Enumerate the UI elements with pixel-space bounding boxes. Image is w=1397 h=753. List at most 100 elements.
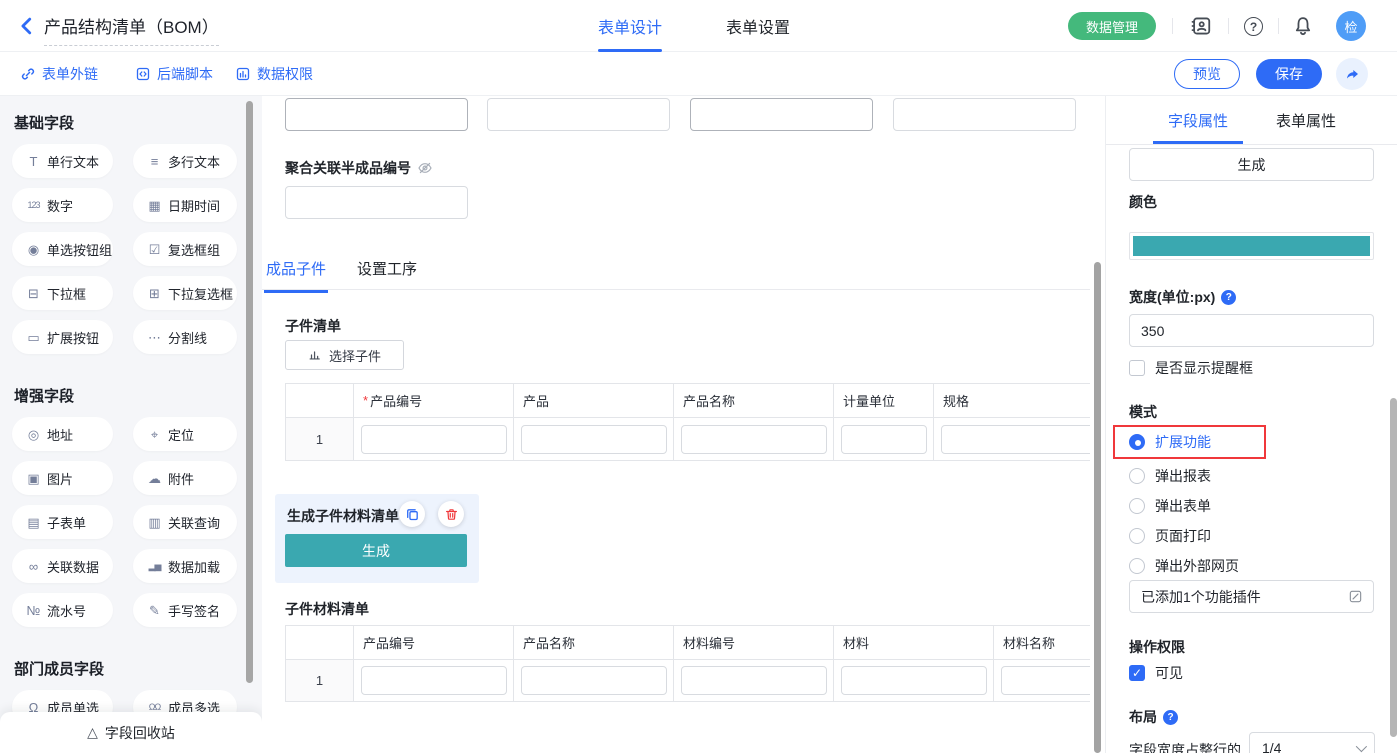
form-external-link[interactable]: 表单外链 bbox=[20, 64, 98, 84]
layout-help-icon[interactable]: ? bbox=[1163, 710, 1178, 725]
canvas-tabs: 成品子件 设置工序 bbox=[266, 258, 417, 293]
field-pill-single-line-text[interactable]: T单行文本 bbox=[12, 144, 113, 178]
column-header: 产品名称 bbox=[674, 384, 834, 417]
aggregate-field-input[interactable] bbox=[285, 186, 468, 219]
field-recycle-bin[interactable]: △ 字段回收站 bbox=[0, 712, 262, 753]
form-field-input[interactable] bbox=[690, 98, 873, 131]
tab-process-setting[interactable]: 设置工序 bbox=[357, 258, 417, 293]
field-pill-address[interactable]: ◎地址 bbox=[12, 417, 113, 451]
table-cell-input[interactable] bbox=[1001, 666, 1090, 695]
field-pill-image[interactable]: ▣图片 bbox=[12, 461, 113, 495]
radio-icon[interactable] bbox=[1129, 528, 1145, 544]
generate-button[interactable]: 生成 bbox=[285, 534, 467, 567]
table-cell-input[interactable] bbox=[681, 425, 827, 454]
panel-tabs: 字段属性 表单属性 bbox=[1106, 96, 1397, 145]
radio-icon[interactable] bbox=[1129, 558, 1145, 574]
field-pill-radio-group[interactable]: ◉单选按钮组 bbox=[12, 232, 113, 266]
copy-field-button[interactable] bbox=[399, 501, 425, 527]
field-pill-multi-line-text[interactable]: ≡多行文本 bbox=[133, 144, 237, 178]
header-divider bbox=[1278, 18, 1279, 34]
mode-option[interactable]: 弹出表单 bbox=[1129, 497, 1389, 515]
visible-checkbox[interactable]: ✓ 可见 bbox=[1129, 663, 1183, 683]
field-pill-divider[interactable]: ⋯分割线 bbox=[133, 320, 237, 354]
recycle-bin-label: 字段回收站 bbox=[105, 723, 175, 743]
select-child-button[interactable]: 选择子件 bbox=[285, 340, 404, 370]
data-load-icon: ▂▅ bbox=[146, 562, 163, 571]
form-field-input[interactable] bbox=[285, 98, 468, 131]
show-reminder-checkbox[interactable]: 是否显示提醒框 bbox=[1129, 358, 1253, 378]
field-pill-label: 下拉复选框 bbox=[168, 284, 233, 303]
table-cell-input[interactable] bbox=[361, 425, 507, 454]
field-pill-dropdown[interactable]: ⊟下拉框 bbox=[12, 276, 113, 310]
field-pill-linked-query[interactable]: ▥关联查询 bbox=[133, 505, 237, 539]
mode-option[interactable]: 弹出报表 bbox=[1129, 467, 1389, 485]
selected-generate-field[interactable]: 生成子件材料清单 生成 bbox=[275, 494, 479, 583]
checkbox-icon[interactable] bbox=[1129, 360, 1145, 376]
contact-book-icon[interactable] bbox=[1190, 15, 1212, 37]
bell-icon[interactable] bbox=[1292, 15, 1314, 37]
save-button[interactable]: 保存 bbox=[1256, 59, 1322, 89]
tab-form-design[interactable]: 表单设计 bbox=[598, 0, 662, 52]
table-cell-input[interactable] bbox=[521, 666, 667, 695]
field-pill-datetime[interactable]: ▦日期时间 bbox=[133, 188, 237, 222]
button-name-input[interactable]: 生成 bbox=[1129, 148, 1374, 181]
field-pill-number[interactable]: 123数字 bbox=[12, 188, 113, 222]
field-pill-locate[interactable]: ⌖定位 bbox=[133, 417, 237, 451]
width-help-icon[interactable]: ? bbox=[1221, 290, 1236, 305]
data-permission-link[interactable]: 数据权限 bbox=[235, 64, 313, 84]
column-header: 产品编号 bbox=[354, 626, 514, 659]
color-swatch-fill bbox=[1133, 236, 1370, 256]
field-pill-attachment[interactable]: ☁附件 bbox=[133, 461, 237, 495]
width-input[interactable]: 350 bbox=[1129, 314, 1374, 347]
checkbox-checked-icon[interactable]: ✓ bbox=[1129, 665, 1145, 681]
mode-option[interactable]: 页面打印 bbox=[1129, 527, 1389, 545]
table-cell-input[interactable] bbox=[681, 666, 827, 695]
canvas-scrollbar[interactable] bbox=[1094, 262, 1101, 753]
field-pill-extend-button[interactable]: ▭扩展按钮 bbox=[12, 320, 113, 354]
delete-field-button[interactable] bbox=[438, 501, 464, 527]
table-cell bbox=[994, 659, 1090, 701]
row-width-select[interactable]: 1/4 bbox=[1249, 732, 1375, 753]
radio-icon[interactable] bbox=[1129, 498, 1145, 514]
share-button[interactable] bbox=[1336, 58, 1368, 90]
field-pill-dropdown-multi[interactable]: ⊞下拉复选框 bbox=[133, 276, 237, 310]
avatar[interactable]: 检 bbox=[1336, 11, 1366, 41]
table-cell-input[interactable] bbox=[841, 425, 927, 454]
table-cell-input[interactable] bbox=[361, 666, 507, 695]
table-cell bbox=[934, 417, 1090, 460]
radio-icon[interactable] bbox=[1129, 468, 1145, 484]
color-swatch[interactable] bbox=[1129, 232, 1374, 260]
tab-form-settings[interactable]: 表单设置 bbox=[726, 0, 790, 52]
form-field-input[interactable] bbox=[893, 98, 1076, 131]
field-pill-data-load[interactable]: ▂▅数据加载 bbox=[133, 549, 237, 583]
data-manage-button[interactable]: 数据管理 bbox=[1068, 12, 1156, 40]
field-pill-signature[interactable]: ✎手写签名 bbox=[133, 593, 237, 627]
form-field-input[interactable] bbox=[487, 98, 670, 131]
field-pill-subform[interactable]: ▤子表单 bbox=[12, 505, 113, 539]
field-pill-serial-number[interactable]: №流水号 bbox=[12, 593, 113, 627]
mode-option[interactable]: 弹出外部网页 bbox=[1129, 557, 1389, 575]
required-asterisk: * bbox=[363, 393, 368, 408]
table-cell-input[interactable] bbox=[521, 425, 667, 454]
field-pill-linked-data[interactable]: ∞关联数据 bbox=[12, 549, 113, 583]
help-icon[interactable]: ? bbox=[1244, 17, 1263, 36]
edit-icon[interactable] bbox=[1348, 589, 1363, 604]
mode-option[interactable]: 扩展功能 bbox=[1113, 425, 1266, 459]
radio-selected-icon[interactable] bbox=[1129, 434, 1145, 450]
table-cell-input[interactable] bbox=[941, 425, 1090, 454]
column-header: 材料名称 bbox=[994, 626, 1090, 659]
tab-field-properties[interactable]: 字段属性 bbox=[1144, 96, 1252, 144]
preview-button[interactable]: 预览 bbox=[1174, 59, 1240, 89]
back-icon[interactable] bbox=[16, 15, 38, 37]
tab-finished-child[interactable]: 成品子件 bbox=[266, 258, 326, 293]
field-pill-checkbox-group[interactable]: ☑复选框组 bbox=[133, 232, 237, 266]
backend-script-link[interactable]: 后端脚本 bbox=[135, 64, 213, 84]
sidebar-scrollbar[interactable] bbox=[246, 101, 253, 683]
column-header: 产品名称 bbox=[514, 626, 674, 659]
table-cell-input[interactable] bbox=[841, 666, 987, 695]
panel-scrollbar[interactable] bbox=[1390, 398, 1397, 737]
tab-form-properties[interactable]: 表单属性 bbox=[1252, 96, 1360, 144]
number-icon: 123 bbox=[25, 201, 42, 210]
locate-icon: ⌖ bbox=[146, 428, 163, 441]
plugin-summary-field[interactable]: 已添加1个功能插件 bbox=[1129, 580, 1374, 613]
